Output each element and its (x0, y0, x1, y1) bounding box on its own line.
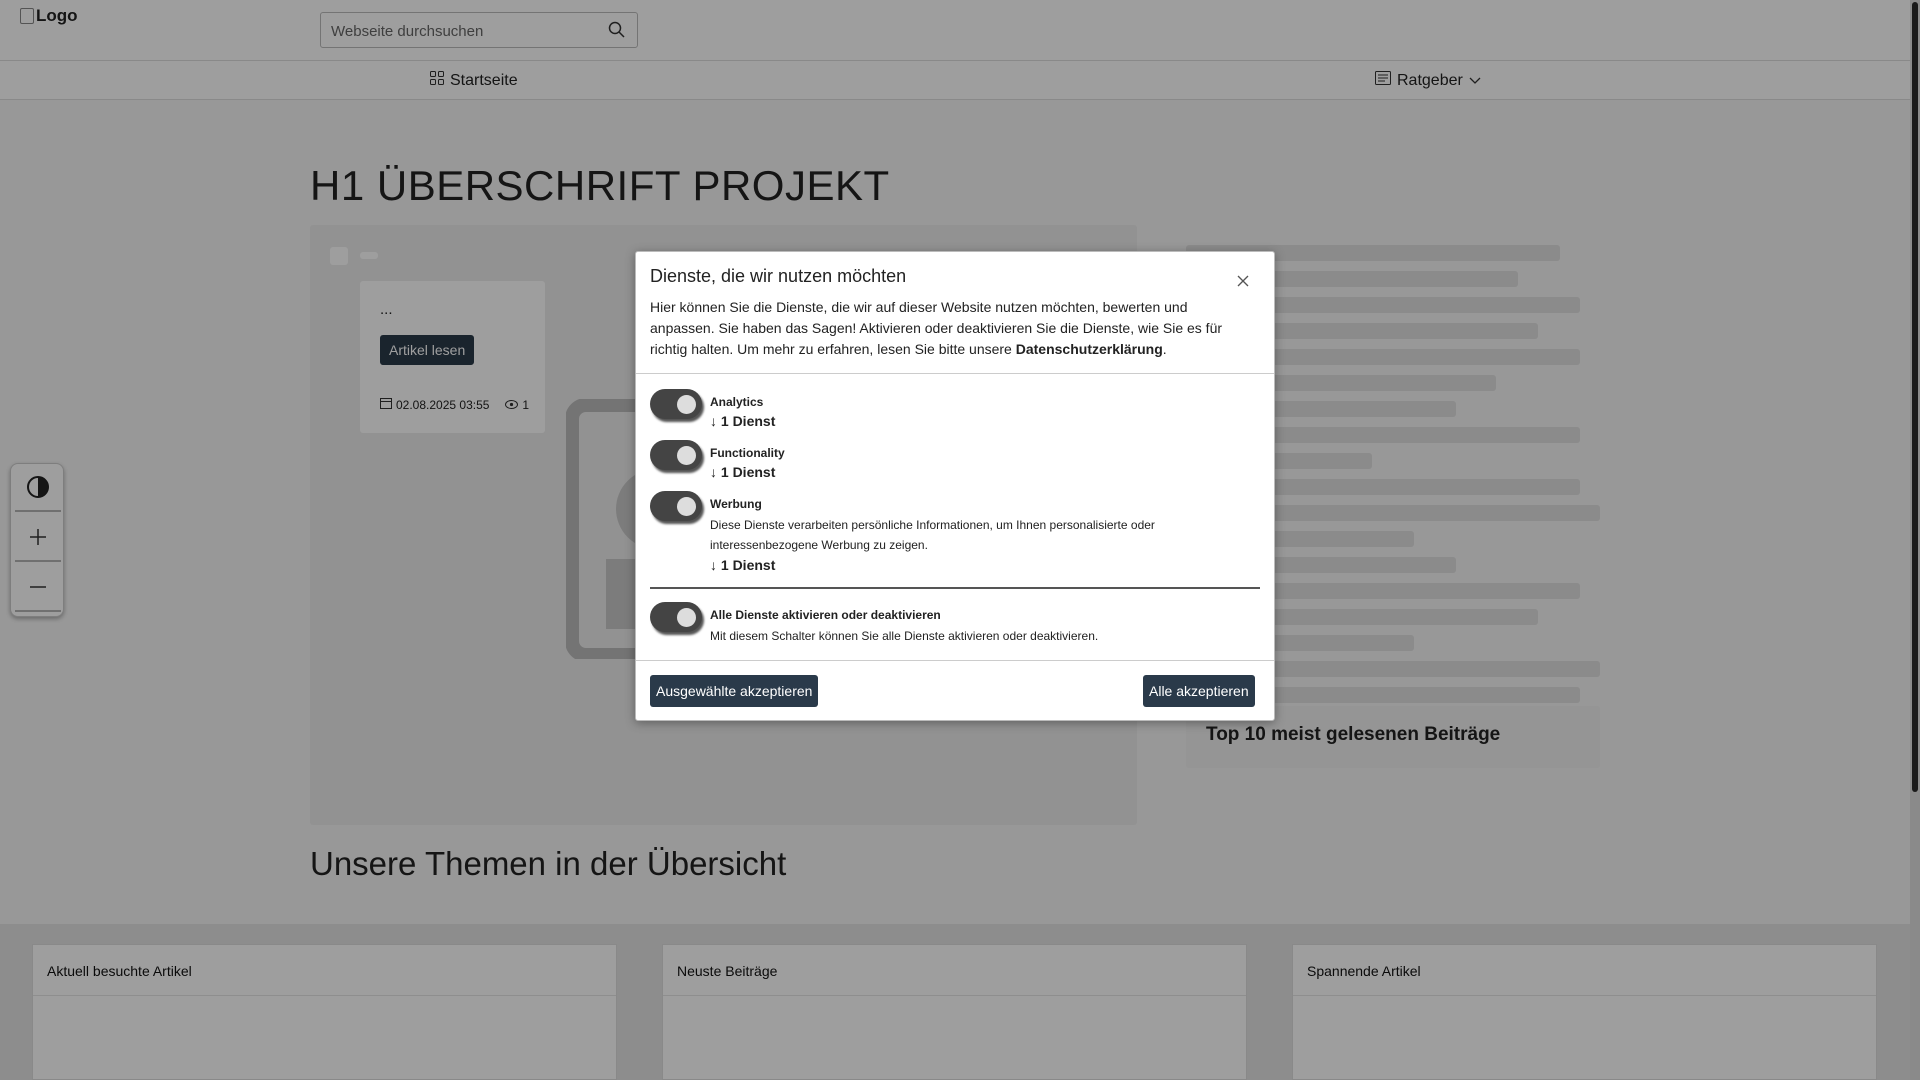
privacy-policy-link[interactable]: Datenschutzerklärung (1016, 341, 1163, 357)
toggle-knob (677, 395, 696, 414)
toggle-all-label: Alle Dienste aktivieren oder deaktiviere… (710, 608, 941, 622)
service-description: Diese Dienste verarbeiten persönliche In… (710, 518, 1155, 552)
divider (636, 660, 1274, 661)
accept-all-button[interactable]: Alle akzeptieren (1143, 675, 1255, 707)
service-count-toggle[interactable]: ↓ 1 Dienst (710, 413, 775, 429)
toggle-all-description: Mit diesem Schalter können Sie alle Dien… (710, 629, 1099, 643)
accept-selected-button[interactable]: Ausgewählte akzeptieren (650, 675, 819, 707)
consent-dialog: Dienste, die wir nutzen möchten Hier kön… (635, 251, 1275, 721)
divider (650, 587, 1260, 589)
service-name: Werbung (710, 497, 762, 511)
service-name: Analytics (710, 395, 764, 409)
toggle-knob (677, 497, 696, 516)
analytics-toggle[interactable] (650, 389, 702, 419)
service-count-toggle[interactable]: ↓ 1 Dienst (710, 557, 775, 573)
toggle-all-switch[interactable] (650, 602, 702, 632)
page-scrollbar[interactable] (1910, 0, 1920, 1080)
consent-title: Dienste, die wir nutzen möchten (650, 266, 907, 286)
consent-intro: Hier können Sie die Dienste, die wir auf… (650, 297, 1250, 360)
consent-intro-end: . (1162, 341, 1167, 357)
service-count-toggle[interactable]: ↓ 1 Dienst (710, 464, 775, 480)
toggle-knob (677, 446, 696, 465)
close-icon[interactable] (1236, 274, 1250, 288)
werbung-toggle[interactable] (650, 491, 702, 521)
functionality-toggle[interactable] (650, 440, 702, 470)
scrollbar-thumb[interactable] (1912, 2, 1918, 792)
toggle-knob (677, 608, 696, 627)
service-name: Functionality (710, 446, 785, 460)
divider (636, 373, 1274, 374)
